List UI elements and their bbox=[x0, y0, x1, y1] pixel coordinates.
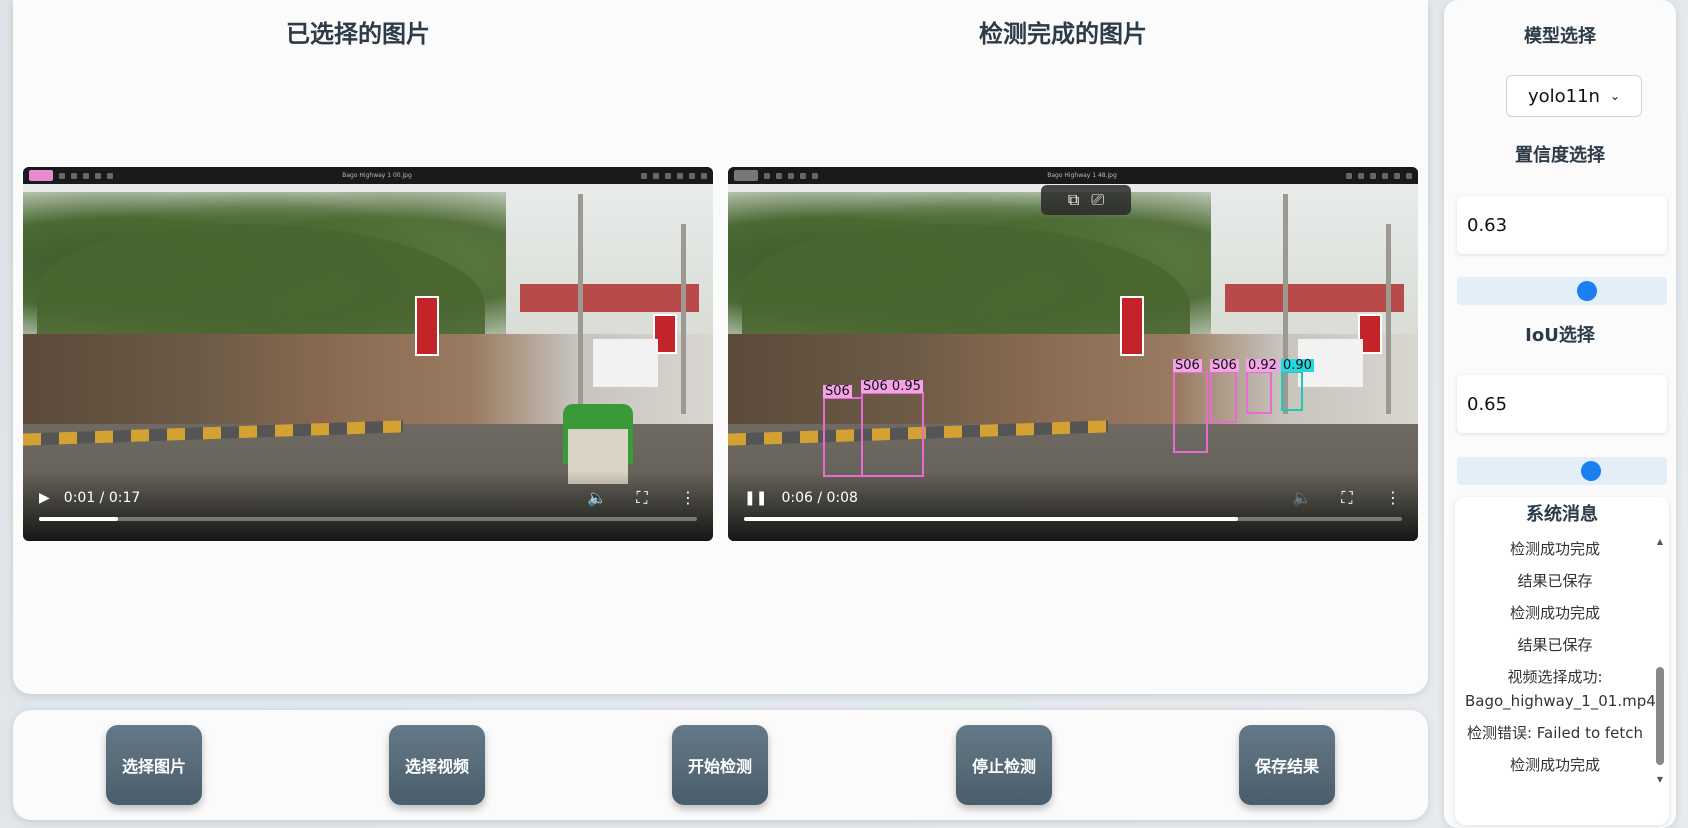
model-select-title: 模型选择 bbox=[1524, 26, 1596, 47]
original-image-title: 已选择的图片 bbox=[286, 20, 430, 48]
message-list: 检测成功完成 结果已保存 检测成功完成 结果已保存 视频选择成功: Bago_h… bbox=[1465, 537, 1656, 785]
detection-label: S06 bbox=[823, 384, 852, 399]
detection-box: S06 bbox=[1173, 359, 1208, 453]
video-progress-bar[interactable] bbox=[744, 517, 1402, 521]
iou-title: IoU选择 bbox=[1525, 325, 1595, 346]
detection-label: 0.90 bbox=[1281, 358, 1314, 373]
confidence-slider[interactable] bbox=[1457, 277, 1667, 305]
more-options-icon[interactable]: ⋮ bbox=[1384, 489, 1402, 507]
volume-icon[interactable]: 🔈 bbox=[1292, 489, 1312, 507]
message-scrollbar[interactable]: ▲ ▼ bbox=[1655, 537, 1665, 787]
iou-slider-thumb[interactable] bbox=[1580, 461, 1601, 481]
detection-box: S06 bbox=[823, 385, 863, 477]
video-progress-fill bbox=[39, 517, 118, 521]
model-select[interactable]: yolo11n ⌄ bbox=[1506, 75, 1642, 117]
volume-icon[interactable]: 🔈 bbox=[587, 489, 607, 507]
list-item: 检测成功完成 bbox=[1509, 540, 1600, 558]
video-window-titlebar: Bago Highway 1 48.jpg bbox=[728, 167, 1418, 184]
stop-detection-button[interactable]: 停止检测 bbox=[956, 725, 1052, 805]
chevron-down-icon: ⌄ bbox=[1609, 89, 1621, 103]
list-item: 结果已保存 bbox=[1517, 636, 1593, 654]
pip-controls: ⧉ ⎚ bbox=[1041, 185, 1131, 215]
app-tag-icon bbox=[29, 170, 53, 181]
list-item: 结果已保存 bbox=[1517, 572, 1593, 590]
model-select-value: yolo11n bbox=[1527, 85, 1600, 107]
video-progress-bar[interactable] bbox=[39, 517, 697, 521]
app-tag-icon bbox=[734, 170, 758, 181]
video-window-title: Bago Highway 1 48.jpg bbox=[1047, 172, 1117, 179]
action-bar: 选择图片 选择视频 开始检测 停止检测 保存结果 bbox=[13, 710, 1428, 820]
confidence-input[interactable]: 0.63 bbox=[1457, 196, 1667, 254]
detection-box: 0.92 bbox=[1246, 359, 1279, 414]
fullscreen-icon[interactable]: ⛶ bbox=[633, 489, 651, 507]
cast-icon[interactable]: ⎚ bbox=[1091, 190, 1104, 210]
video-controls: ▶ 0:01 / 0:17 🔈 ⛶ ⋮ bbox=[23, 483, 713, 513]
select-image-button[interactable]: 选择图片 bbox=[106, 725, 202, 805]
pause-icon[interactable]: ❚❚ bbox=[744, 490, 767, 506]
detection-label: 0.92 bbox=[1246, 358, 1279, 373]
video-window-title: Bago Highway 1 00.jpg bbox=[342, 172, 412, 179]
video-progress-fill bbox=[744, 517, 1238, 521]
more-options-icon[interactable]: ⋮ bbox=[679, 489, 697, 507]
list-item: 检测错误: Failed to fetch bbox=[1466, 724, 1644, 742]
picture-in-picture-icon[interactable]: ⧉ bbox=[1068, 190, 1079, 210]
detection-box: 0.90 bbox=[1281, 359, 1314, 411]
system-messages-box: 系统消息 检测成功完成 结果已保存 检测成功完成 结果已保存 视频选择成功: B… bbox=[1455, 497, 1669, 825]
play-icon[interactable]: ▶ bbox=[39, 490, 50, 506]
confidence-slider-thumb[interactable] bbox=[1576, 281, 1597, 301]
detection-box: S06 bbox=[1210, 359, 1239, 423]
video-window-titlebar: Bago Highway 1 00.jpg bbox=[23, 167, 713, 184]
window-controls-icon bbox=[641, 172, 707, 179]
video-time: 0:01 / 0:17 bbox=[63, 490, 141, 506]
original-video-player[interactable]: Bago Highway 1 00.jpg ▶ 0:01 / 0:17 🔈 ⛶ … bbox=[23, 167, 713, 541]
list-item: 检测成功完成 bbox=[1509, 756, 1600, 774]
window-controls-icon bbox=[1346, 172, 1412, 179]
toolbar-icons bbox=[59, 172, 113, 179]
detected-image-title: 检测完成的图片 bbox=[979, 20, 1147, 48]
scroll-up-icon[interactable]: ▲ bbox=[1655, 537, 1665, 546]
detection-label: S06 bbox=[1173, 358, 1202, 373]
save-result-button[interactable]: 保存结果 bbox=[1239, 725, 1335, 805]
scroll-down-icon[interactable]: ▼ bbox=[1655, 775, 1665, 784]
detection-label: S06 bbox=[1210, 358, 1239, 373]
detection-label: S06 0.95 bbox=[861, 379, 923, 394]
toolbar-icons bbox=[764, 172, 818, 179]
main-panel: 已选择的图片 检测完成的图片 Bago Highway 1 00.jpg ▶ 0… bbox=[13, 0, 1428, 694]
iou-slider[interactable] bbox=[1457, 457, 1667, 485]
list-item: 视频选择成功: Bago_highway_1_01.mp4 bbox=[1465, 668, 1656, 710]
confidence-title: 置信度选择 bbox=[1515, 145, 1605, 166]
detected-video-player[interactable]: Bago Highway 1 48.jpg S06 S06 0.95 S06 S… bbox=[728, 167, 1418, 541]
iou-input[interactable]: 0.65 bbox=[1457, 375, 1667, 433]
detection-box: S06 0.95 bbox=[861, 380, 924, 477]
settings-panel: 模型选择 yolo11n ⌄ 置信度选择 0.63 IoU选择 0.65 系统消… bbox=[1444, 0, 1676, 828]
list-item: 检测成功完成 bbox=[1509, 604, 1600, 622]
system-messages-title: 系统消息 bbox=[1526, 504, 1598, 525]
select-video-button[interactable]: 选择视频 bbox=[389, 725, 485, 805]
video-time: 0:06 / 0:08 bbox=[781, 490, 858, 506]
scrollbar-thumb[interactable] bbox=[1656, 667, 1664, 765]
start-detection-button[interactable]: 开始检测 bbox=[672, 725, 768, 805]
video-controls: ❚❚ 0:06 / 0:08 🔈 ⛶ ⋮ bbox=[728, 483, 1418, 513]
fullscreen-icon[interactable]: ⛶ bbox=[1338, 489, 1356, 507]
